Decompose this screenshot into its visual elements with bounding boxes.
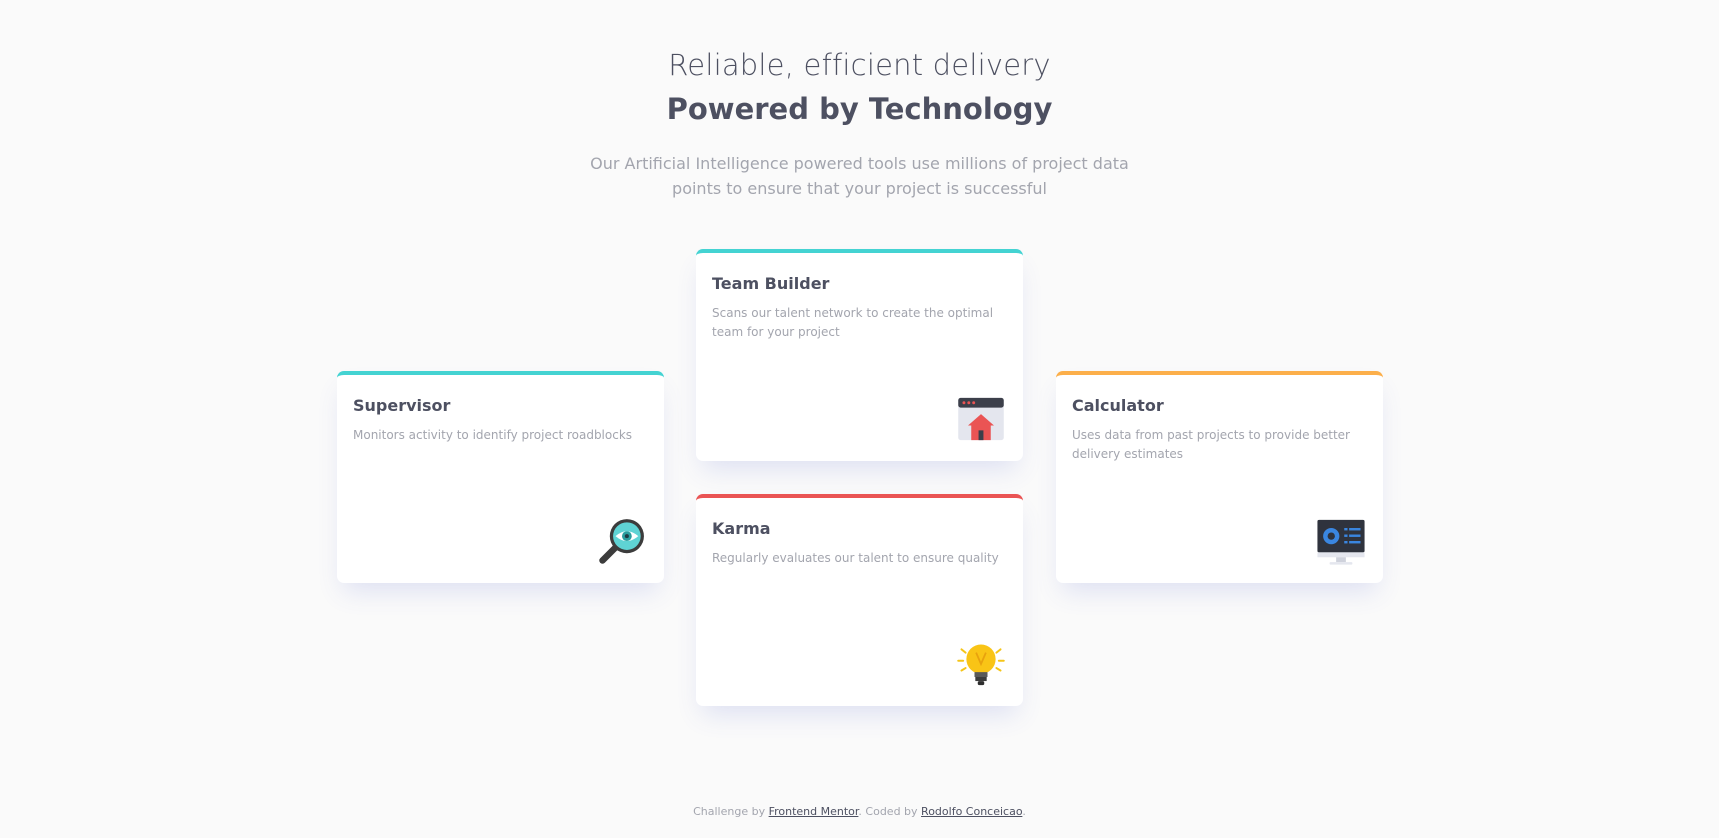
footer-middle: . Coded by: [858, 805, 922, 818]
footer-prefix: Challenge by: [693, 805, 769, 818]
card-title: Karma: [712, 519, 771, 538]
card-description: Regularly evaluates our talent to ensure…: [712, 551, 999, 565]
card-title: Supervisor: [353, 396, 451, 415]
frontend-mentor-link[interactable]: Frontend Mentor: [769, 805, 859, 818]
card-karma: Karma Regularly evaluates our talent to …: [696, 494, 1023, 706]
card-description: Monitors activity to identify project ro…: [353, 428, 633, 442]
footer-suffix: .: [1022, 805, 1026, 818]
page-title: Powered by Technology: [666, 92, 1053, 126]
card-supervisor: Supervisor Monitors activity to identify…: [337, 371, 664, 583]
footer-attribution: Challenge by Frontend Mentor. Coded by R…: [0, 805, 1719, 818]
page-subtitle: Reliable, efficient delivery: [668, 48, 1051, 82]
page: Reliable, efficient delivery Powered by …: [0, 0, 1719, 838]
card-title: Team Builder: [712, 274, 830, 293]
magnifier-eye-icon: [599, 519, 644, 564]
intro-text: Our Artificial Intelligence powered tool…: [590, 154, 1129, 198]
lightbulb-icon: [957, 644, 1005, 686]
card-description: Uses data from past projects to provide …: [1072, 428, 1350, 461]
monitor-chart-icon: [1317, 519, 1365, 565]
browser-home-icon: [958, 397, 1004, 441]
card-calculator: Calculator Uses data from past projects …: [1056, 371, 1383, 583]
author-link[interactable]: Rodolfo Conceicao: [921, 805, 1022, 818]
card-description: Scans our talent network to create the o…: [712, 306, 994, 339]
card-team-builder: Team Builder Scans our talent network to…: [696, 249, 1023, 461]
card-title: Calculator: [1072, 396, 1164, 415]
